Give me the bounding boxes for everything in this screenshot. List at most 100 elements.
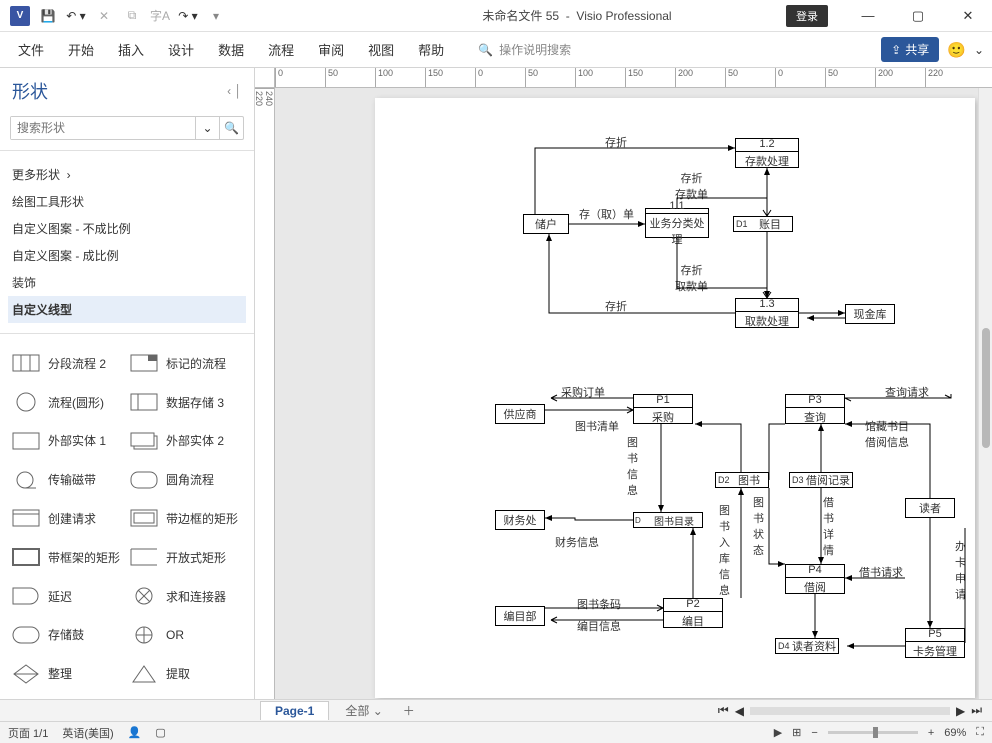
maximize-button[interactable]: ▢ — [898, 2, 938, 30]
language-indicator[interactable]: 英语(美国) — [62, 725, 113, 741]
document-title: 未命名文件 55 - Visio Professional — [228, 7, 786, 24]
shape-search[interactable]: ⌄ 🔍 — [10, 116, 244, 140]
shape-datastore-3[interactable]: 数据存储 3 — [128, 385, 244, 420]
cat-decoration[interactable]: 装饰 — [12, 269, 242, 296]
shape-bordered-rect[interactable]: 带边框的矩形 — [128, 501, 244, 536]
scroll-start-icon[interactable]: ⏮ — [718, 703, 729, 718]
shape-tape[interactable]: 传输磁带 — [10, 462, 126, 497]
shape-open-rect[interactable]: 开放式矩形 — [128, 540, 244, 575]
node-p5[interactable]: P5卡务管理 — [905, 628, 965, 658]
shape-delay[interactable]: 延迟 — [10, 579, 126, 614]
font-button[interactable]: 字A — [148, 4, 172, 28]
zoom-in-icon[interactable]: + — [928, 727, 934, 739]
shape-segmented-process[interactable]: 分段流程 2 — [10, 346, 126, 381]
fit-page-icon[interactable]: ⊞ — [792, 726, 801, 739]
shape-extract[interactable]: 提取 — [128, 656, 244, 691]
ribbon-collapse-icon[interactable]: ⌄ — [974, 43, 984, 57]
more-shapes-item[interactable]: 更多形状 › — [12, 161, 242, 188]
search-dropdown-icon[interactable]: ⌄ — [195, 117, 219, 139]
page-tab-all[interactable]: 全部 ⌄ — [331, 700, 396, 721]
shape-sort[interactable]: 整理 — [10, 656, 126, 691]
zoom-level[interactable]: 69% — [944, 727, 966, 739]
tab-help[interactable]: 帮助 — [408, 34, 454, 65]
scroll-right-icon[interactable]: ▶ — [956, 704, 965, 718]
cat-custom-noscale[interactable]: 自定义图案 - 不成比例 — [12, 215, 242, 242]
tell-me-search[interactable]: 🔍 操作说明搜索 — [478, 41, 571, 58]
close-button[interactable]: ✕ — [948, 2, 988, 30]
h-scrollbar[interactable] — [750, 707, 950, 715]
cat-custom-scale[interactable]: 自定义图案 - 成比例 — [12, 242, 242, 269]
scrollbar-thumb[interactable] — [982, 328, 990, 448]
node-customer[interactable]: 储户 — [523, 214, 569, 234]
shape-search-input[interactable] — [11, 117, 195, 139]
shape-tagged-process[interactable]: 标记的流程 — [128, 346, 244, 381]
collapse-panel-icon[interactable]: ‹ │ — [227, 84, 242, 98]
tab-review[interactable]: 审阅 — [308, 34, 354, 65]
minimize-button[interactable]: — — [848, 2, 888, 30]
node-book-catalog[interactable]: D图书目录 — [633, 512, 703, 528]
node-p3[interactable]: P3查询 — [785, 394, 845, 424]
node-catalog-dept[interactable]: 编目部 — [495, 606, 545, 626]
accessibility-icon[interactable]: 👤 — [128, 726, 142, 739]
drawing-page[interactable]: 1.2存款处理 1.1业务分类处理 1.3取款处理 D1账目 储户 现金库 存折… — [375, 98, 975, 698]
shape-external-2[interactable]: 外部实体 2 — [128, 424, 244, 459]
page-scroll-area[interactable]: 1.2存款处理 1.1业务分类处理 1.3取款处理 D1账目 储户 现金库 存折… — [275, 88, 978, 699]
label-tushutiaoma: 图书条码 — [577, 596, 621, 612]
redo-button[interactable]: ↷ ▾ — [176, 4, 200, 28]
canvas[interactable]: 050100150 050100150 20050050 200220 2402… — [255, 68, 992, 699]
zoom-slider[interactable] — [828, 731, 918, 734]
add-page-button[interactable]: ＋ — [399, 702, 419, 719]
copy-button[interactable]: ⧉ — [120, 4, 144, 28]
comments-button[interactable]: 🙂 — [947, 41, 966, 59]
shape-framed-rect[interactable]: 带框架的矩形 — [10, 540, 126, 575]
scroll-left-icon[interactable]: ◀ — [735, 704, 744, 718]
share-button[interactable]: ⇪共享 — [881, 37, 939, 62]
vertical-scrollbar[interactable] — [978, 88, 992, 699]
cat-custom-line[interactable]: 自定义线型 — [8, 296, 246, 323]
tab-view[interactable]: 视图 — [358, 34, 404, 65]
shape-create-request[interactable]: 创建请求 — [10, 501, 126, 536]
shape-rounded-process[interactable]: 圆角流程 — [128, 462, 244, 497]
save-button[interactable]: 💾 — [36, 4, 60, 28]
node-1-2[interactable]: 1.2存款处理 — [735, 138, 799, 168]
page-tab-1[interactable]: Page-1 — [260, 701, 329, 720]
shape-process-circle[interactable]: 流程(圆形) — [10, 385, 126, 420]
page-indicator[interactable]: 页面 1/1 — [8, 725, 48, 741]
node-1-3[interactable]: 1.3取款处理 — [735, 298, 799, 328]
node-1-1[interactable]: 1.1业务分类处理 — [645, 208, 709, 238]
node-p1[interactable]: P1采购 — [633, 394, 693, 424]
ruler-corner — [255, 68, 275, 88]
tab-home[interactable]: 开始 — [58, 34, 104, 65]
login-button[interactable]: 登录 — [786, 5, 828, 27]
node-d3[interactable]: D3借阅记录 — [789, 472, 853, 488]
presentation-mode-icon[interactable]: ▶ — [774, 726, 782, 739]
node-cashbox[interactable]: 现金库 — [845, 304, 895, 324]
fit-window-icon[interactable]: ⛶ — [976, 726, 984, 739]
close-x-button[interactable]: ✕ — [92, 4, 116, 28]
tab-insert[interactable]: 插入 — [108, 34, 154, 65]
node-finance[interactable]: 财务处 — [495, 510, 545, 530]
node-d4[interactable]: D4读者资料 — [775, 638, 839, 654]
search-go-icon[interactable]: 🔍 — [219, 117, 243, 139]
qat-overflow-icon[interactable]: ▾ — [204, 4, 228, 28]
zoom-out-icon[interactable]: − — [811, 727, 817, 739]
node-d2[interactable]: D2图书 — [715, 472, 769, 488]
node-d1[interactable]: D1账目 — [733, 216, 793, 232]
shape-storage-drum[interactable]: 存储鼓 — [10, 617, 126, 652]
label-bianmuxinxi: 编目信息 — [577, 618, 621, 634]
shape-sum-junction[interactable]: 求和连接器 — [128, 579, 244, 614]
tab-process[interactable]: 流程 — [258, 34, 304, 65]
node-supplier[interactable]: 供应商 — [495, 404, 545, 424]
shape-or[interactable]: OR — [128, 617, 244, 652]
node-reader[interactable]: 读者 — [905, 498, 955, 518]
cat-drawing-tools[interactable]: 绘图工具形状 — [12, 188, 242, 215]
tab-design[interactable]: 设计 — [158, 34, 204, 65]
tab-file[interactable]: 文件 — [8, 34, 54, 65]
scroll-end-icon[interactable]: ⏭ — [971, 703, 982, 718]
record-macro-icon[interactable]: ▢ — [155, 726, 165, 739]
node-p2[interactable]: P2编目 — [663, 598, 723, 628]
undo-button[interactable]: ↶ ▾ — [64, 4, 88, 28]
tab-data[interactable]: 数据 — [208, 34, 254, 65]
node-p4[interactable]: P4借阅 — [785, 564, 845, 594]
shape-external-1[interactable]: 外部实体 1 — [10, 424, 126, 459]
